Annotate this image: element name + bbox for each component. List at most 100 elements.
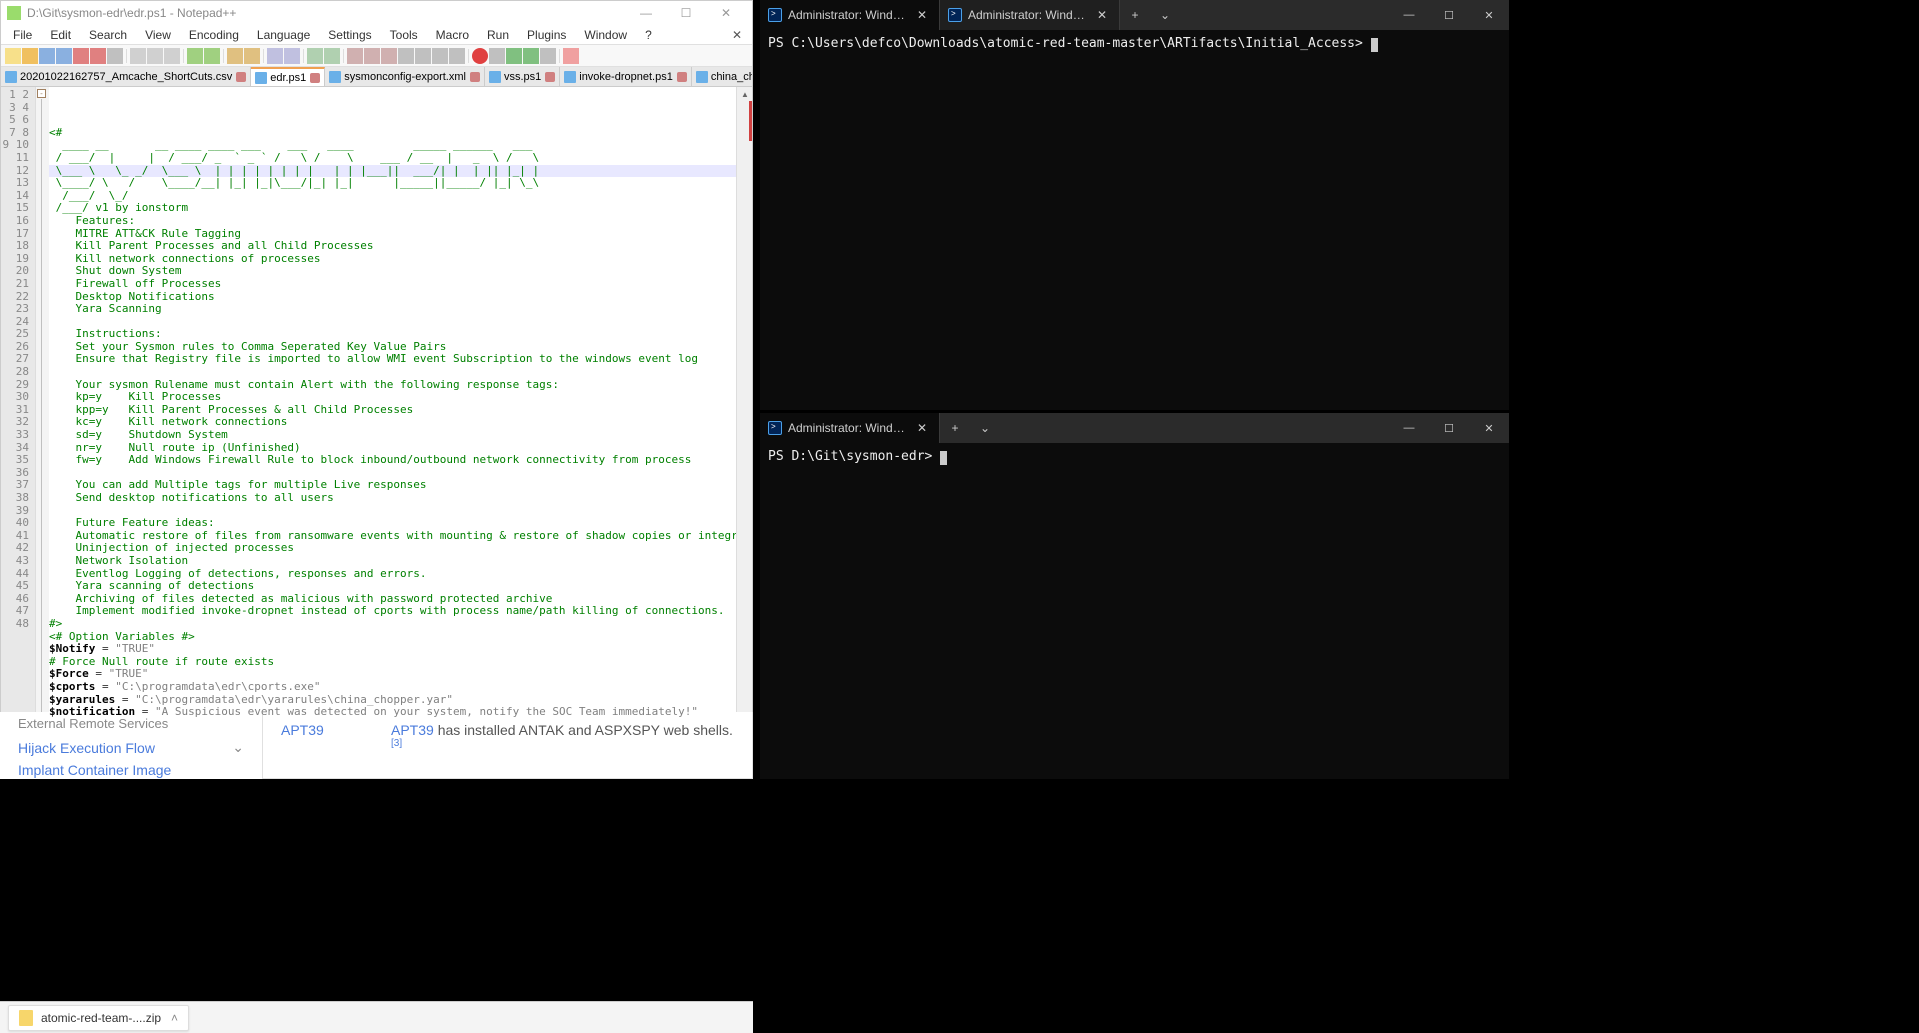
fold-gutter[interactable]: - [36, 87, 49, 742]
menu-file[interactable]: File [5, 26, 40, 44]
print-icon[interactable] [107, 48, 123, 64]
term1-body[interactable]: PS C:\Users\defco\Downloads\atomic-red-t… [760, 30, 1509, 410]
term2-body[interactable]: PS D:\Git\sysmon-edr> [760, 443, 1509, 779]
save-icon[interactable] [39, 48, 55, 64]
menu-window[interactable]: Window [576, 26, 635, 44]
powershell-icon [768, 8, 782, 22]
code-area[interactable]: <# ____ __ __ ____ ____ ___ ___ ____ ___… [49, 87, 736, 742]
term1-titlebar[interactable]: Administrator: Windows PowerS ✕ Administ… [760, 0, 1509, 30]
close-icon[interactable] [545, 72, 555, 82]
fold-toggle-icon[interactable]: - [37, 89, 46, 98]
menu-plugins[interactable]: Plugins [519, 26, 574, 44]
cut-icon[interactable] [130, 48, 146, 64]
zoom-in-icon[interactable] [267, 48, 283, 64]
npp-toolbar: /* toolbar icons rendered generically */ [1, 45, 752, 67]
zoom-out-icon[interactable] [284, 48, 300, 64]
menu-settings[interactable]: Settings [320, 26, 379, 44]
close-icon[interactable]: ✕ [1097, 8, 1111, 22]
download-chip[interactable]: atomic-red-team-....zip ˄ [8, 1005, 189, 1031]
sync-v-icon[interactable] [307, 48, 323, 64]
play-multi-icon[interactable] [523, 48, 539, 64]
link-implant-container-image[interactable]: Implant Container Image [18, 762, 171, 778]
term2-titlebar[interactable]: Administrator: Windows PowerS ✕ + ⌄ — ☐ … [760, 413, 1509, 443]
save-macro-icon[interactable] [540, 48, 556, 64]
npp-titlebar[interactable]: D:\Git\sysmon-edr\edr.ps1 - Notepad++ — … [1, 1, 752, 25]
close-button[interactable]: ✕ [1469, 0, 1509, 30]
close-all-icon[interactable] [90, 48, 106, 64]
term1-prompt: PS C:\Users\defco\Downloads\atomic-red-t… [768, 36, 1363, 51]
scroll-up-icon[interactable]: ▲ [737, 87, 752, 101]
paste-icon[interactable] [164, 48, 180, 64]
close-icon[interactable] [310, 73, 320, 83]
replace-icon[interactable] [244, 48, 260, 64]
menu-language[interactable]: Language [249, 26, 318, 44]
minimize-button[interactable]: — [1389, 413, 1429, 443]
new-tab-button[interactable]: + [940, 421, 970, 435]
file-icon [489, 71, 501, 83]
undo-icon[interactable] [187, 48, 203, 64]
menu-encoding[interactable]: Encoding [181, 26, 247, 44]
menu-help[interactable]: ? [637, 26, 660, 44]
vertical-scrollbar[interactable]: ▲ [736, 87, 752, 742]
tab-dropdown-icon[interactable]: ⌄ [1150, 8, 1180, 22]
tab-dropnet[interactable]: invoke-dropnet.ps1 [560, 67, 692, 87]
close-icon[interactable]: ✕ [917, 421, 931, 435]
cursor-icon [940, 451, 947, 465]
menu-macro[interactable]: Macro [428, 26, 477, 44]
tab-sysmonconfig[interactable]: sysmonconfig-export.xml [325, 67, 485, 87]
new-tab-button[interactable]: + [1120, 8, 1150, 22]
tab-china-chopper[interactable]: china_chopper.yar [692, 67, 752, 87]
menu-search[interactable]: Search [81, 26, 135, 44]
copy-icon[interactable] [147, 48, 163, 64]
tab-edr-ps1[interactable]: edr.ps1 [251, 67, 325, 87]
record-macro-icon[interactable] [472, 48, 488, 64]
close-icon[interactable]: ✕ [917, 8, 931, 22]
indent-icon[interactable] [381, 48, 397, 64]
redo-icon[interactable] [204, 48, 220, 64]
term2-tab-1[interactable]: Administrator: Windows PowerS ✕ [760, 413, 940, 443]
maximize-button[interactable]: ☐ [1429, 413, 1469, 443]
close-icon[interactable] [236, 72, 246, 82]
close-button[interactable]: ✕ [1469, 413, 1509, 443]
menu-x-button[interactable]: ✕ [724, 26, 748, 44]
docmap-icon[interactable] [415, 48, 431, 64]
spellcheck-icon[interactable] [563, 48, 579, 64]
menu-view[interactable]: View [137, 26, 179, 44]
npp-editor: 1 2 3 4 5 6 7 8 9 10 11 12 13 14 15 16 1… [1, 87, 752, 742]
maximize-button[interactable]: ☐ [666, 1, 706, 25]
close-button[interactable]: ✕ [706, 1, 746, 25]
funclist-icon[interactable] [432, 48, 448, 64]
chevron-down-icon[interactable]: ⌄ [232, 739, 244, 756]
menu-run[interactable]: Run [479, 26, 517, 44]
close-file-icon[interactable] [73, 48, 89, 64]
tab-vss[interactable]: vss.ps1 [485, 67, 560, 87]
userlang-icon[interactable] [398, 48, 414, 64]
powershell-icon [948, 8, 962, 22]
play-macro-icon[interactable] [506, 48, 522, 64]
minimize-button[interactable]: — [626, 1, 666, 25]
save-all-icon[interactable] [56, 48, 72, 64]
open-file-icon[interactable] [22, 48, 38, 64]
new-file-icon[interactable] [5, 48, 21, 64]
stop-macro-icon[interactable] [489, 48, 505, 64]
tab-amcache[interactable]: 20201022162757_Amcache_ShortCuts.csv [1, 67, 251, 87]
minimize-button[interactable]: — [1389, 0, 1429, 30]
wordwrap-icon[interactable] [347, 48, 363, 64]
maximize-button[interactable]: ☐ [1429, 0, 1469, 30]
citation-link[interactable]: [3] [391, 738, 402, 749]
close-icon[interactable] [470, 72, 480, 82]
close-icon[interactable] [677, 72, 687, 82]
term1-tab-1[interactable]: Administrator: Windows PowerS ✕ [760, 0, 940, 30]
menu-tools[interactable]: Tools [382, 26, 426, 44]
allchars-icon[interactable] [364, 48, 380, 64]
folder-icon[interactable] [449, 48, 465, 64]
chevron-up-icon[interactable]: ˄ [171, 1011, 178, 1025]
link-hijack-execution-flow[interactable]: Hijack Execution Flow [18, 740, 155, 756]
sync-h-icon[interactable] [324, 48, 340, 64]
find-icon[interactable] [227, 48, 243, 64]
tab-dropdown-icon[interactable]: ⌄ [970, 421, 1000, 435]
menu-edit[interactable]: Edit [42, 26, 79, 44]
term1-tab-2[interactable]: Administrator: Windows PowerS ✕ [940, 0, 1120, 30]
line-number-gutter: 1 2 3 4 5 6 7 8 9 10 11 12 13 14 15 16 1… [1, 87, 36, 742]
download-bar: atomic-red-team-....zip ˄ [0, 1001, 753, 1033]
